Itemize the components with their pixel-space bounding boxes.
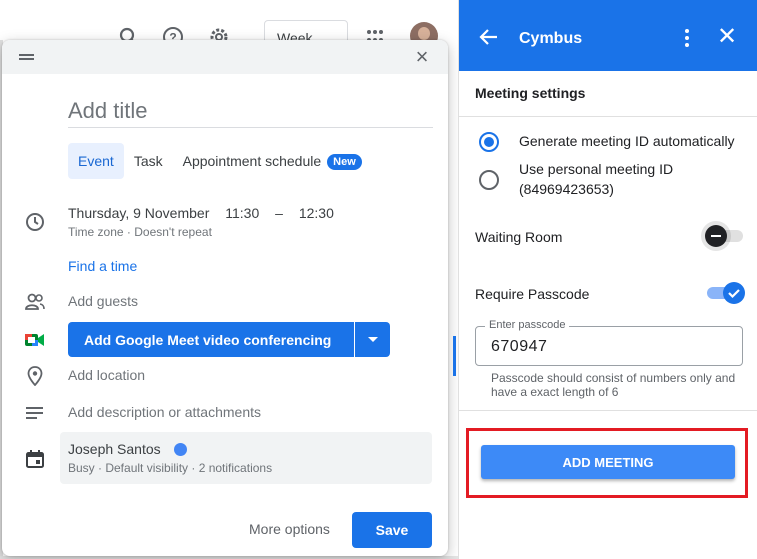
panel-title: Cymbus [519,30,583,47]
personal-meeting-id: (84969423653) [519,181,614,197]
add-location-input[interactable]: Add location [68,367,145,383]
back-arrow-icon[interactable] [479,27,499,47]
add-google-meet-button[interactable]: Add Google Meet video conferencing [68,322,354,357]
radio-personal-id[interactable] [479,170,499,190]
meeting-settings-title: Meeting settings [475,85,586,101]
save-button[interactable]: Save [352,512,432,548]
timezone-repeat-text[interactable]: Time zone · Doesn't repeat [68,225,212,239]
find-time-link[interactable]: Find a time [68,258,137,274]
divider [459,116,757,117]
title-input[interactable] [68,94,433,128]
meet-options-dropdown[interactable] [355,322,390,357]
clock-icon [24,211,46,233]
radio-generate-id[interactable] [479,132,499,152]
owner-name: Joseph Santos [68,441,161,457]
event-end-time[interactable]: 12:30 [299,205,334,221]
calendar-owner-box[interactable]: Joseph Santos Busy · Default visibility … [60,432,432,484]
dialog-titlebar[interactable]: × [2,40,448,74]
scroll-indicator[interactable] [453,336,456,376]
tab-appointment-label: Appointment schedule [182,153,322,169]
waiting-room-toggle[interactable] [705,225,727,247]
panel-header: Cymbus ✕ [459,0,757,71]
add-description-input[interactable]: Add description or attachments [68,404,261,420]
close-icon[interactable]: × [412,46,432,68]
tab-appointment-schedule[interactable]: Appointment schedule New [173,143,372,179]
guests-icon [24,291,46,313]
more-vert-icon[interactable] [685,29,689,47]
chevron-down-icon [367,336,378,342]
passcode-label: Enter passcode [485,319,570,331]
calendar-color-dot[interactable] [174,443,187,456]
drag-handle-icon[interactable] [19,54,34,60]
time-separator: – [275,205,283,221]
radio-personal-id-label[interactable]: Use personal meeting ID [519,159,673,179]
add-meeting-button[interactable]: ADD MEETING [481,445,735,479]
check-icon [728,289,740,299]
more-options-button[interactable]: More options [249,521,330,537]
description-icon [24,402,46,424]
add-guests-input[interactable]: Add guests [68,293,138,309]
radio-generate-id-label[interactable]: Generate meeting ID automatically [519,131,735,151]
passcode-help-text: Passcode should consist of numbers only … [491,371,736,399]
passcode-value[interactable]: 670947 [491,338,547,356]
tab-event[interactable]: Event [68,143,124,179]
require-passcode-label: Require Passcode [475,286,590,302]
close-icon[interactable]: ✕ [717,25,737,49]
event-type-tabs: Event Task Appointment schedule New [68,143,372,179]
owner-details: Busy · Default visibility · 2 notificati… [68,461,273,475]
event-datetime[interactable]: Thursday, 9 November 11:30 – 12:30 [68,205,346,221]
new-badge: New [327,154,362,171]
calendar-icon [24,448,46,470]
location-pin-icon [24,365,46,387]
event-date[interactable]: Thursday, 9 November [68,205,209,221]
tab-task[interactable]: Task [124,143,173,179]
require-passcode-toggle[interactable] [723,282,745,304]
waiting-room-label: Waiting Room [475,229,563,245]
event-dialog: × Event Task Appointment schedule New Thu… [2,40,448,556]
event-start-time[interactable]: 11:30 [225,205,259,221]
divider [459,410,757,411]
google-meet-icon [24,329,46,351]
